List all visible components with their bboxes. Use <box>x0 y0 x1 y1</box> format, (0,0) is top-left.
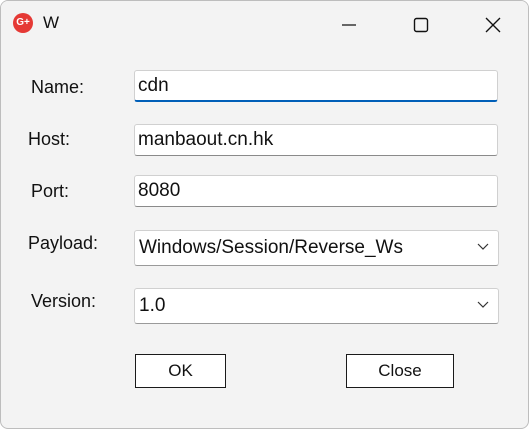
maximize-icon <box>413 17 429 33</box>
name-label: Name: <box>31 77 85 97</box>
maximize-button[interactable] <box>385 1 457 49</box>
window-title: W <box>43 13 60 32</box>
app-icon: G+ <box>13 13 33 33</box>
minimize-icon <box>342 24 356 26</box>
chevron-down-icon <box>477 301 489 308</box>
ok-button[interactable]: OK <box>135 354 226 388</box>
chevron-down-icon <box>477 243 489 250</box>
close-icon <box>485 17 501 33</box>
close-window-button[interactable] <box>457 1 528 49</box>
port-input[interactable]: 8080 <box>134 175 498 207</box>
payload-label: Payload: <box>28 233 99 253</box>
close-button[interactable]: Close <box>346 354 454 388</box>
payload-selected-value: Windows/Session/Reverse_Ws <box>139 237 403 258</box>
version-select[interactable]: 1.0 <box>134 288 499 324</box>
host-label: Host: <box>28 129 71 149</box>
dialog-window: G+ W Name: cdn Host: manbaout.cn.hk Port… <box>0 0 529 429</box>
minimize-button[interactable] <box>313 1 385 49</box>
version-selected-value: 1.0 <box>139 295 166 316</box>
host-input[interactable]: manbaout.cn.hk <box>134 124 498 156</box>
payload-select[interactable]: Windows/Session/Reverse_Ws <box>134 230 499 266</box>
name-input[interactable]: cdn <box>134 70 498 102</box>
port-label: Port: <box>31 181 70 201</box>
version-label: Version: <box>31 291 97 311</box>
title-bar[interactable]: G+ W <box>1 1 528 49</box>
